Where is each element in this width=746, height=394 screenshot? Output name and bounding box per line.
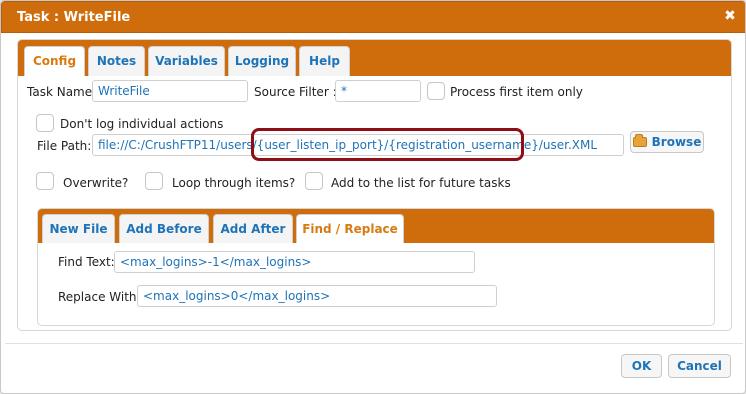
source-filter-input[interactable]: * bbox=[335, 80, 421, 102]
process-first-label: Process first item only bbox=[450, 85, 583, 99]
main-tabbar: Config Notes Variables Logging Help bbox=[18, 40, 731, 76]
cancel-button[interactable]: Cancel bbox=[668, 354, 731, 378]
dialog-title: Task : WriteFile bbox=[17, 10, 131, 25]
tab-new-file[interactable]: New File bbox=[42, 214, 115, 243]
add-list-checkbox[interactable] bbox=[305, 172, 323, 190]
replace-with-label: Replace With: bbox=[58, 290, 141, 304]
tab-add-before[interactable]: Add Before bbox=[119, 214, 209, 243]
add-list-label: Add to the list for future tasks bbox=[331, 176, 511, 190]
task-dialog: Task : WriteFile ✖ Config Notes Variable… bbox=[0, 0, 746, 394]
overwrite-label: Overwrite? bbox=[63, 176, 129, 190]
path-highlight-box bbox=[251, 128, 524, 161]
browse-button[interactable]: Browse bbox=[630, 131, 704, 153]
loop-label: Loop through items? bbox=[172, 176, 296, 190]
dialog-titlebar[interactable]: Task : WriteFile ✖ bbox=[1, 1, 745, 33]
replace-with-input[interactable]: <max_logins>0</max_logins> bbox=[137, 285, 497, 307]
tab-logging[interactable]: Logging bbox=[228, 46, 296, 76]
source-filter-label: Source Filter : bbox=[254, 85, 337, 99]
footer-divider bbox=[5, 343, 743, 344]
task-name-input[interactable]: WriteFile bbox=[92, 80, 248, 102]
tab-config[interactable]: Config bbox=[24, 46, 85, 76]
find-text-label: Find Text: bbox=[58, 255, 115, 269]
folder-icon bbox=[632, 134, 647, 147]
inner-tabbar: New File Add Before Add After Find / Rep… bbox=[38, 209, 714, 243]
tab-notes[interactable]: Notes bbox=[88, 46, 145, 76]
task-name-label: Task Name: bbox=[27, 85, 97, 99]
close-icon[interactable]: ✖ bbox=[722, 8, 738, 24]
tab-help[interactable]: Help bbox=[299, 46, 350, 76]
dont-log-label: Don't log individual actions bbox=[60, 117, 224, 131]
find-text-input[interactable]: <max_logins>-1</max_logins> bbox=[114, 251, 475, 273]
file-path-label: File Path: bbox=[37, 139, 92, 153]
tab-add-after[interactable]: Add After bbox=[213, 214, 293, 243]
dont-log-checkbox[interactable] bbox=[36, 114, 54, 132]
loop-checkbox[interactable] bbox=[145, 172, 163, 190]
tab-find-replace[interactable]: Find / Replace bbox=[296, 214, 404, 243]
process-first-checkbox[interactable] bbox=[427, 82, 445, 100]
browse-label: Browse bbox=[651, 135, 702, 149]
ok-button[interactable]: OK bbox=[621, 354, 662, 378]
tab-variables[interactable]: Variables bbox=[148, 46, 225, 76]
overwrite-checkbox[interactable] bbox=[36, 172, 54, 190]
